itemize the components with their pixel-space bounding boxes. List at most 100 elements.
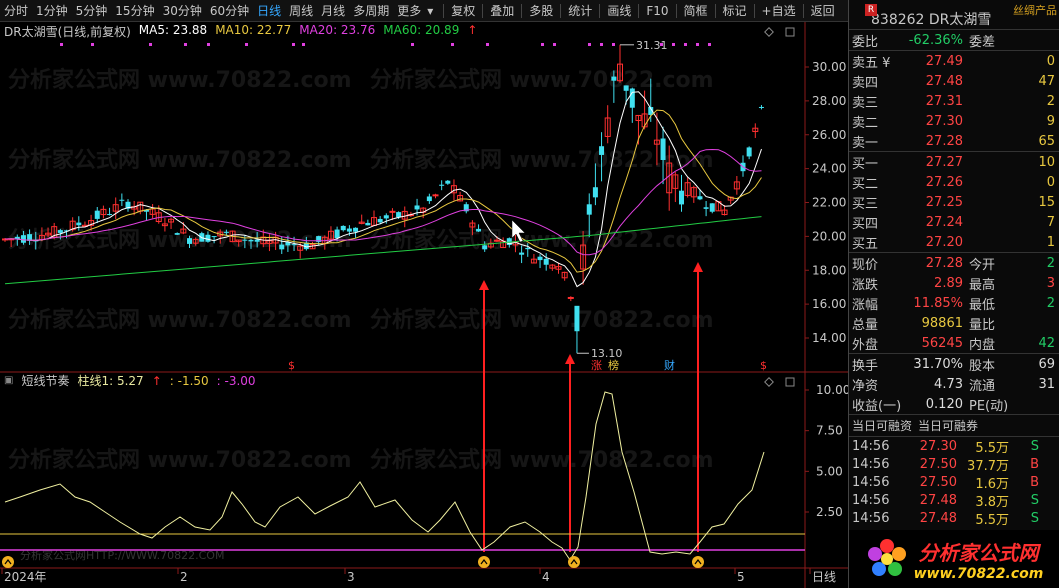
candle-body bbox=[242, 239, 248, 241]
time-axis-label: 日线 bbox=[812, 570, 836, 584]
candle-body bbox=[223, 231, 229, 233]
candle-body bbox=[174, 233, 180, 235]
order-row[interactable]: 买一 27.27 10 bbox=[849, 152, 1059, 172]
candle-body bbox=[248, 239, 254, 242]
period-6[interactable]: 日线 bbox=[253, 0, 285, 22]
candle-body bbox=[611, 76, 617, 81]
order-price: 27.30 bbox=[925, 113, 963, 129]
stat-label: 内盘 bbox=[969, 337, 996, 353]
candle-body bbox=[211, 236, 217, 238]
tick-time: 14:56 bbox=[852, 474, 890, 490]
stat-label: 现价 bbox=[852, 257, 879, 273]
candle-body bbox=[537, 256, 543, 261]
order-price: 27.24 bbox=[925, 214, 963, 230]
order-volume: 9 bbox=[1046, 113, 1055, 129]
candle-body bbox=[482, 245, 488, 250]
flower-logo-icon bbox=[867, 539, 906, 576]
stat-label: 总量 bbox=[852, 317, 879, 333]
tick-side: S bbox=[1030, 510, 1039, 526]
signal-dot bbox=[184, 43, 187, 46]
tick-time: 14:56 bbox=[852, 510, 890, 526]
candle-body bbox=[586, 204, 592, 215]
order-row[interactable]: 买五 27.20 1 bbox=[849, 232, 1059, 252]
stat-value: 3 bbox=[1046, 275, 1055, 291]
order-row[interactable]: 卖五 ¥ 27.49 0 bbox=[849, 51, 1059, 71]
candlestick-chart[interactable]: 30.00 28.00 26.00 24.00 22.00 20.00 18.00 16.00… bbox=[0, 22, 848, 588]
signal-dot bbox=[149, 43, 152, 46]
tool-button-0[interactable]: 复权 bbox=[447, 0, 479, 22]
period-9[interactable]: 多周期 bbox=[349, 0, 393, 22]
candle-body bbox=[254, 239, 260, 242]
period-10[interactable]: 更多 bbox=[393, 0, 425, 22]
period-2[interactable]: 5分钟 bbox=[72, 0, 112, 22]
event-tag: $ bbox=[760, 359, 767, 372]
order-row[interactable]: 卖二 27.30 9 bbox=[849, 111, 1059, 131]
order-price: 27.48 bbox=[925, 73, 963, 89]
candle-body bbox=[389, 210, 396, 213]
ask-list: 卖五 ¥ 27.49 0 卖四 27.48 47 卖三 27.31 2 卖二 27.30 9 卖一 27.… bbox=[849, 51, 1059, 151]
chart-area[interactable]: DR太湖雪(日线,前复权) MA5: 23.88 MA10: 22.77 MA2… bbox=[0, 22, 848, 588]
tab-margin-buy[interactable]: 当日可融资 bbox=[852, 417, 912, 434]
diamond-icon bbox=[764, 377, 774, 387]
order-price: 27.25 bbox=[925, 194, 963, 210]
time-axis-label: 2 bbox=[180, 570, 188, 584]
signal-dot bbox=[541, 43, 544, 46]
candle-body bbox=[709, 203, 715, 212]
tick-price: 27.50 bbox=[919, 474, 957, 490]
signal-dot bbox=[612, 43, 615, 46]
arrow-up-icon bbox=[693, 262, 703, 272]
period-8[interactable]: 月线 bbox=[317, 0, 349, 22]
signal-marker-icon bbox=[2, 556, 14, 568]
candle-body bbox=[353, 227, 359, 232]
tool-button-8[interactable]: +自选 bbox=[758, 0, 800, 22]
quote-panel: R 838262 DR太湖雪 丝绸产品 委比 -62.36% 委差 卖五 ¥27… bbox=[848, 0, 1059, 588]
period-0[interactable]: 分时 bbox=[0, 0, 32, 22]
order-row[interactable]: 买三 27.25 15 bbox=[849, 192, 1059, 212]
industry-label[interactable]: 丝绸产品 bbox=[1013, 2, 1057, 18]
signal-dot bbox=[451, 43, 454, 46]
candle-body bbox=[365, 222, 371, 226]
order-price: 27.49 bbox=[925, 53, 963, 69]
stat-label: 最高 bbox=[969, 277, 996, 293]
tool-button-9[interactable]: 返回 bbox=[807, 0, 839, 22]
signal-dot bbox=[91, 43, 94, 46]
tool-button-7[interactable]: 标记 bbox=[719, 0, 751, 22]
tick-list[interactable]: 14:56 27.30 5.5万 S 14:56 27.50 37.7万 B 14:56 27.5… bbox=[849, 437, 1059, 546]
tab-margin-sell[interactable]: 当日可融券 bbox=[918, 417, 978, 434]
tool-button-2[interactable]: 多股 bbox=[525, 0, 557, 22]
price-axis-label: 22.00 bbox=[812, 196, 846, 210]
tool-button-4[interactable]: 画线 bbox=[603, 0, 635, 22]
tool-button-6[interactable]: 简框 bbox=[680, 0, 712, 22]
candle-body bbox=[340, 225, 346, 231]
tool-button-1[interactable]: 叠加 bbox=[486, 0, 518, 22]
period-3[interactable]: 15分钟 bbox=[111, 0, 158, 22]
period-5[interactable]: 60分钟 bbox=[206, 0, 253, 22]
signal-marker-icon bbox=[692, 556, 704, 568]
order-row[interactable]: 买二 27.26 0 bbox=[849, 172, 1059, 192]
tick-price: 27.30 bbox=[919, 438, 957, 454]
chevron-down-icon[interactable]: ▾ bbox=[425, 0, 435, 22]
order-row[interactable]: 卖四 27.48 47 bbox=[849, 71, 1059, 91]
order-volume: 47 bbox=[1038, 73, 1055, 89]
stat-label: 量比 bbox=[969, 317, 996, 333]
stat-value: 56245 bbox=[921, 335, 963, 351]
candle-body bbox=[703, 207, 709, 209]
order-row[interactable]: 买四 27.24 7 bbox=[849, 212, 1059, 232]
signal-dot bbox=[672, 43, 675, 46]
tool-button-5[interactable]: F10 bbox=[642, 0, 672, 22]
stat-label: 涨幅 bbox=[852, 297, 879, 313]
candle-body bbox=[660, 138, 666, 160]
price-axis-label: 16.00 bbox=[812, 297, 846, 311]
signal-dot bbox=[600, 43, 603, 46]
period-1[interactable]: 1分钟 bbox=[32, 0, 72, 22]
order-volume: 1 bbox=[1046, 234, 1055, 250]
order-row[interactable]: 卖三 27.31 2 bbox=[849, 91, 1059, 111]
period-7[interactable]: 周线 bbox=[285, 0, 317, 22]
order-label: 卖二 bbox=[852, 115, 879, 131]
order-label: 买三 bbox=[852, 196, 879, 212]
period-4[interactable]: 30分钟 bbox=[159, 0, 206, 22]
order-volume: 0 bbox=[1046, 53, 1055, 69]
tool-button-3[interactable]: 统计 bbox=[564, 0, 596, 22]
candle-body bbox=[396, 212, 402, 218]
order-row[interactable]: 卖一 27.28 65 bbox=[849, 131, 1059, 151]
